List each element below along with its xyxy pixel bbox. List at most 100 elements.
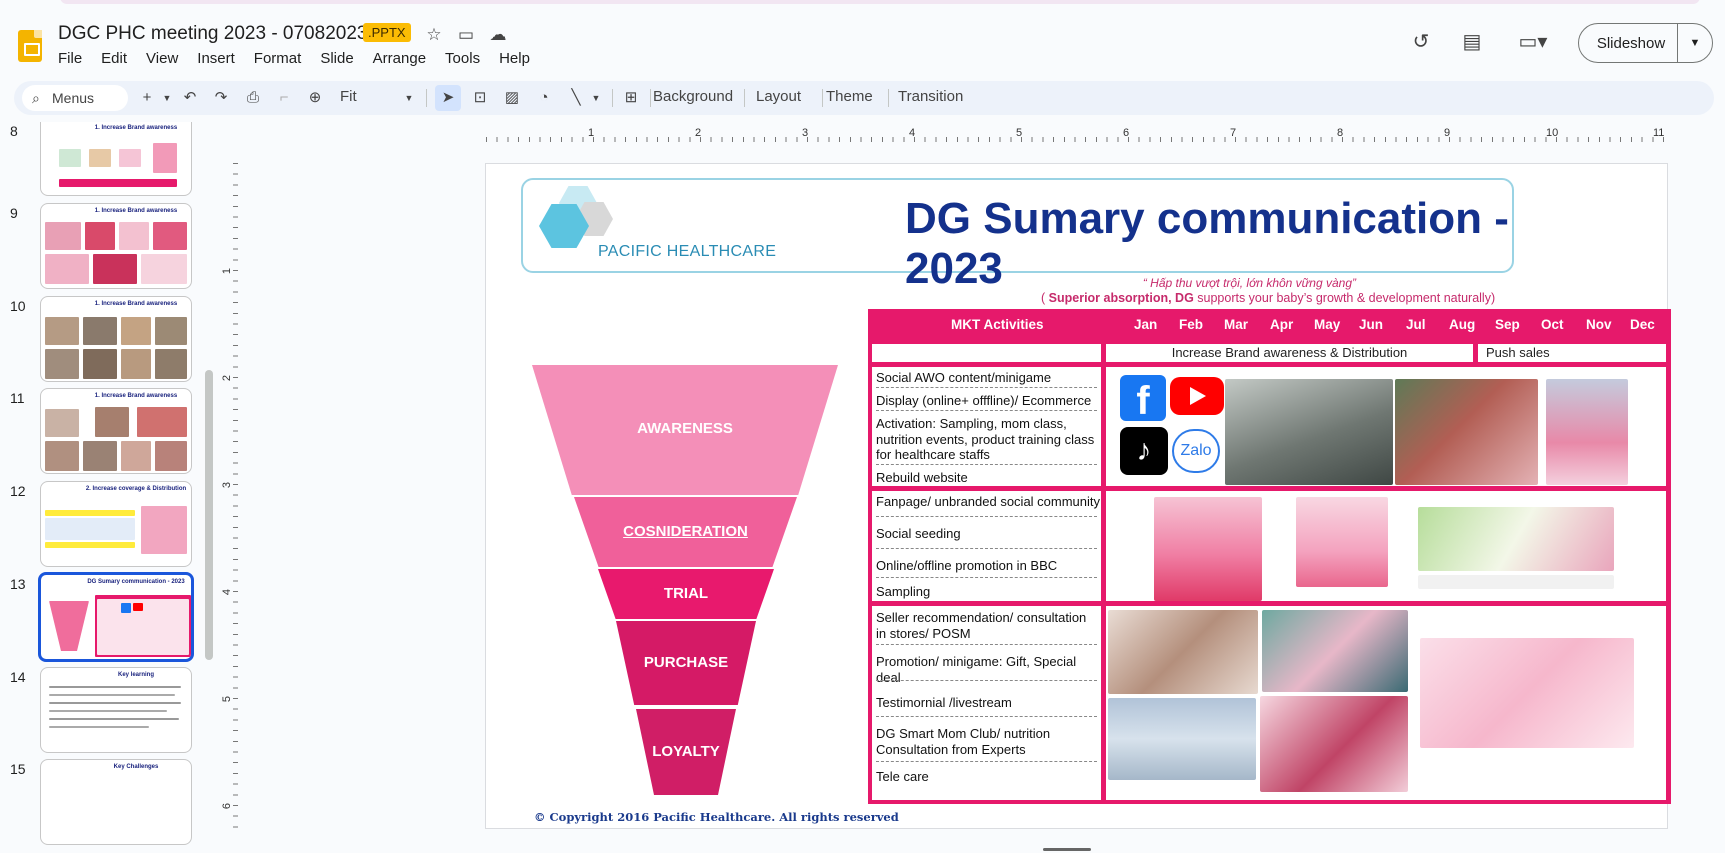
slideshow-label[interactable]: Slideshow (1579, 35, 1677, 52)
version-history-icon[interactable]: ↺ (1410, 31, 1432, 53)
thumbnail-title: 1. Increase Brand awareness (94, 125, 178, 131)
thumbnail-title: 1. Increase Brand awareness (94, 208, 178, 214)
new-slide-dropdown-icon[interactable]: ▼ (156, 87, 178, 109)
consultation-video-still (1108, 610, 1258, 694)
month-header: Jul (1406, 317, 1426, 332)
horizontal-ruler[interactable]: 1 2 3 4 5 6 7 8 9 10 11 (486, 127, 1666, 144)
slide-thumbnail-14[interactable]: Key learning (40, 667, 192, 753)
cloud-saved-icon[interactable]: ☁ (487, 24, 509, 46)
menu-insert[interactable]: Insert (197, 50, 244, 67)
activity-item: Activation: Sampling, mom class, nutriti… (876, 416, 1095, 462)
store-front-photo (1395, 379, 1538, 485)
pacific-healthcare-logo-text: PACIFIC HEALTHCARE (598, 243, 777, 260)
copyright-footer: © Copyright 2016 Pacific Healthcare. All… (534, 810, 899, 824)
theme-button[interactable]: Theme (826, 88, 873, 105)
background-button[interactable]: Background (653, 88, 733, 105)
ruler-label: 1 (221, 267, 234, 275)
funnel-label: AWARENESS (637, 420, 733, 437)
activity-item: Testimornial /livestream (876, 695, 1012, 710)
layout-button[interactable]: Layout (756, 88, 801, 105)
month-header: Oct (1541, 317, 1564, 332)
menu-file[interactable]: File (58, 50, 91, 67)
ruler-label: 4 (221, 588, 234, 596)
document-title[interactable]: DGC PHC meeting 2023 - 07082023 (58, 23, 367, 45)
activity-item: DG Smart Mom Club/ nutrition Consultatio… (876, 726, 1051, 757)
awareness-media-cell: f ♪ Zalo (1106, 367, 1666, 486)
menu-slide[interactable]: Slide (320, 50, 362, 67)
ruler-ticks (233, 163, 238, 833)
slogan-vietnamese[interactable]: “ Hấp thu vượt trội, lớn khôn vững vàng” (486, 276, 1616, 290)
transition-button[interactable]: Transition (898, 88, 963, 105)
funnel-consideration[interactable]: COSNIDERATION (574, 497, 797, 567)
slides-logo-icon[interactable] (18, 30, 42, 62)
vertical-ruler[interactable]: 1 2 3 4 5 6 (221, 163, 238, 833)
title-banner[interactable]: PACIFIC HEALTHCARE DG Sumary communicati… (521, 178, 1514, 293)
slide-thumbnail-11[interactable]: 1. Increase Brand awareness (40, 388, 192, 474)
paint-format-icon[interactable]: ⌐ (273, 87, 295, 109)
slide-thumbnail-15[interactable]: Key Challenges (40, 759, 192, 845)
slide-thumbnail-12[interactable]: 2. Increase coverage & Distribution (40, 481, 192, 567)
menu-edit[interactable]: Edit (101, 50, 136, 67)
phase-cell-empty (872, 344, 1101, 362)
toolbar-divider (744, 89, 745, 107)
zoom-select[interactable]: Fit (340, 88, 357, 105)
speaker-notes-resize-handle[interactable] (1043, 848, 1091, 851)
ruler-label: 6 (1123, 127, 1130, 139)
menu-format[interactable]: Format (254, 50, 311, 67)
awareness-activities-cell: Social AWO content/minigame Display (onl… (872, 367, 1101, 486)
slide-number: 8 (10, 123, 18, 139)
slide-thumbnail-9[interactable]: 1. Increase Brand awareness (40, 203, 192, 289)
slogan-english[interactable]: ( Superior absorption, DG supports your … (1041, 291, 1495, 305)
thumbnail-title: 1. Increase Brand awareness (94, 301, 178, 307)
month-header: Aug (1449, 317, 1476, 332)
ruler-label: 5 (1016, 127, 1023, 139)
insert-image-icon[interactable]: ▨ (501, 87, 523, 109)
funnel-loyalty[interactable]: LOYALTY (636, 709, 736, 795)
funnel-awareness[interactable]: AWARENESS (532, 365, 838, 495)
menu-view[interactable]: View (146, 50, 187, 67)
table-header-activities: MKT Activities (951, 317, 1044, 332)
row-divider (876, 464, 1097, 465)
slide-thumbnail-8[interactable]: 1. Increase Brand awareness (40, 122, 192, 196)
mkt-activities-table[interactable]: MKT Activities Jan Feb Mar Apr May Jun J… (868, 309, 1671, 804)
slide-thumbnail-13[interactable]: DG Sumary communication - 2023 (38, 572, 194, 662)
menu-arrange[interactable]: Arrange (373, 50, 435, 67)
slide-canvas[interactable]: PACIFIC HEALTHCARE DG Sumary communicati… (485, 163, 1671, 829)
menu-help[interactable]: Help (499, 50, 539, 67)
purchase-media-cell (1106, 606, 1666, 800)
row-divider (876, 680, 1097, 681)
comments-icon[interactable]: ▤ (1461, 31, 1483, 53)
activity-item: Fanpage/ unbranded social community (876, 494, 1101, 509)
new-slide-icon[interactable]: + (136, 87, 158, 109)
print-icon[interactable]: ⎙ (242, 87, 264, 109)
ruler-label: 3 (802, 127, 809, 139)
zoom-icon[interactable]: ⊕ (304, 87, 326, 109)
funnel-label: PURCHASE (643, 654, 729, 671)
line-icon[interactable]: ╲ (565, 87, 587, 109)
tiktok-icon: ♪ (1120, 427, 1168, 475)
move-folder-icon[interactable]: ▭ (455, 24, 477, 46)
funnel-trial[interactable]: TRIAL (598, 569, 774, 619)
shape-icon[interactable]: ◔ (533, 87, 555, 109)
meet-camera-icon[interactable]: ▭▾ (1515, 31, 1551, 53)
funnel-purchase[interactable]: PURCHASE (616, 621, 756, 705)
zoom-dropdown-icon[interactable]: ▼ (398, 87, 420, 109)
text-box-icon[interactable]: ⊡ (469, 87, 491, 109)
filmstrip-scrollbar[interactable] (205, 370, 213, 660)
select-cursor-icon[interactable]: ➤ (437, 87, 459, 109)
row-divider (876, 410, 1097, 411)
chevron-down-icon[interactable]: ▼ (1678, 37, 1712, 49)
add-comment-icon[interactable]: ⊞ (620, 87, 642, 109)
menu-tools[interactable]: Tools (445, 50, 489, 67)
slide-thumbnail-10[interactable]: 1. Increase Brand awareness (40, 296, 192, 382)
undo-icon[interactable]: ↶ (179, 87, 201, 109)
slideshow-button[interactable]: Slideshow ▼ (1578, 23, 1713, 63)
line-dropdown-icon[interactable]: ▼ (585, 87, 607, 109)
toolbar-divider (822, 89, 823, 107)
phase-push-sales: Push sales (1478, 344, 1666, 362)
redo-icon[interactable]: ↷ (210, 87, 232, 109)
star-icon[interactable]: ☆ (423, 24, 445, 46)
slogan-bold: Superior absorption, DG (1048, 291, 1194, 305)
search-menus-input[interactable]: ⌕ Menus (22, 85, 128, 111)
activity-item: Online/offline promotion in BBC (876, 558, 1058, 573)
